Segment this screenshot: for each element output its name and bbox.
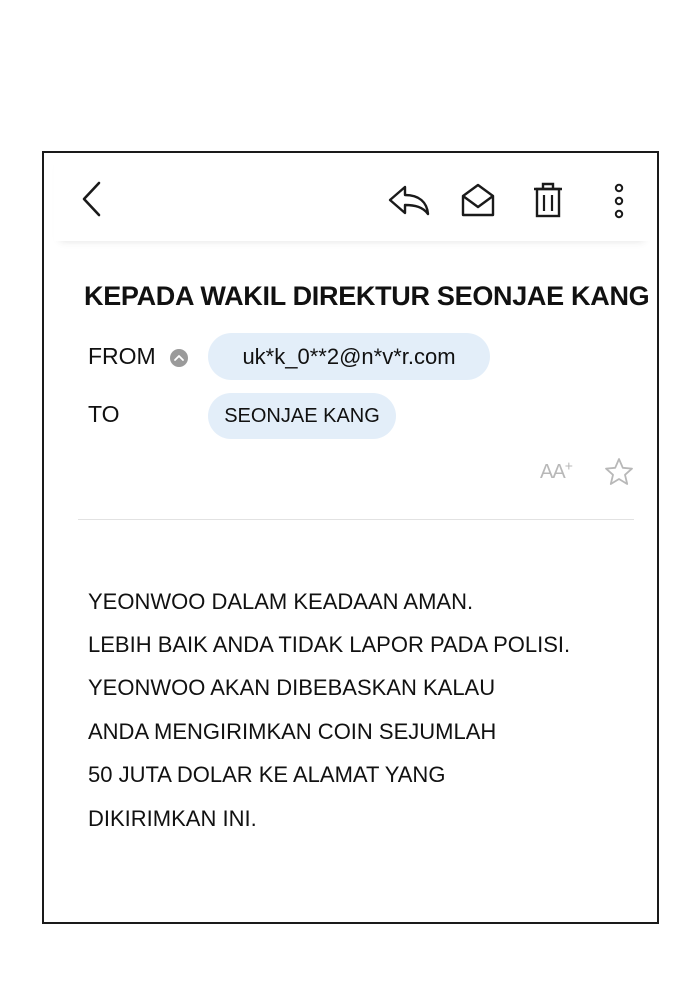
back-icon[interactable] [80, 181, 104, 217]
body-line-1: YEONWOO DALAM KEADAAN AMAN. [88, 589, 474, 614]
font-size-label: AA+ [540, 457, 573, 483]
star-icon[interactable] [604, 457, 634, 487]
header-divider [78, 519, 634, 520]
body-line-6: DIKIRIMKAN INI. [88, 806, 257, 831]
delete-icon[interactable] [531, 181, 565, 219]
to-label: TO [88, 401, 120, 427]
more-icon[interactable] [612, 183, 626, 219]
body-line-5: 50 JUTA DOLAR KE ALAMAT YANG [88, 762, 446, 787]
reply-icon[interactable] [387, 183, 431, 217]
body-line-4: ANDA MENGIRIMKAN COIN SEJUMLAH [88, 719, 497, 744]
font-size-icon[interactable]: AA+ [540, 457, 573, 484]
recipient-chip[interactable]: SEONJAE KANG [208, 393, 396, 439]
from-label: FROM [88, 343, 156, 369]
mark-read-icon[interactable] [460, 181, 496, 219]
body-line-2: LEBIH BAIK ANDA TIDAK LAPOR PADA POLISI. [88, 632, 571, 657]
expand-sender-icon[interactable] [170, 349, 188, 367]
email-view: KEPADA WAKIL DIREKTUR SEONJAE KANG FROM … [42, 151, 659, 924]
email-toolbar [54, 153, 650, 241]
email-subject: KEPADA WAKIL DIREKTUR SEONJAE KANG [84, 281, 650, 311]
sender-address-chip[interactable]: uk*k_0**2@n*v*r.com [208, 333, 490, 380]
body-line-3: YEONWOO AKAN DIBEBASKAN KALAU [88, 675, 496, 700]
